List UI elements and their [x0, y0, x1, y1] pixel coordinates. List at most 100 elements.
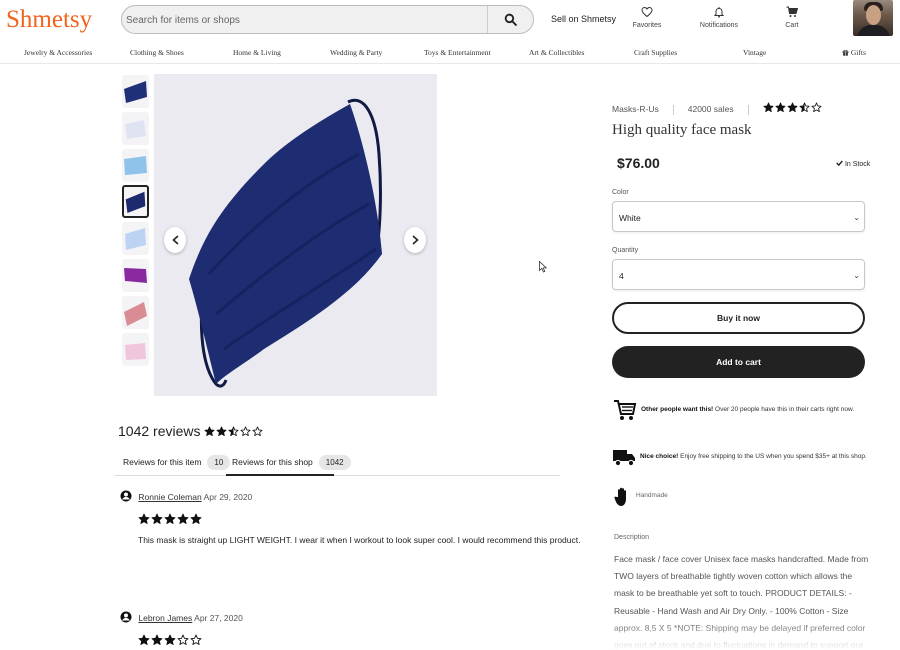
- search-icon: [504, 13, 517, 26]
- perk-shipping: Nice choice! Enjoy free shipping to the …: [640, 453, 867, 460]
- review-date: Apr 27, 2020: [194, 613, 243, 623]
- favorites-button[interactable]: Favorites: [612, 6, 682, 29]
- shop-info: Masks-R-Us 42000 sales: [612, 102, 823, 115]
- thumbnail[interactable]: [122, 296, 149, 329]
- perk-handmade: Handmade: [636, 492, 668, 499]
- tab-reviews-item[interactable]: Reviews for this item 10: [123, 455, 231, 470]
- category-toys[interactable]: Toys & Entertainment: [424, 48, 491, 57]
- category-gifts[interactable]: Gifts: [842, 48, 866, 57]
- chevron-down-icon: ⌄: [853, 271, 860, 280]
- tab-label: Reviews for this shop: [232, 457, 313, 467]
- thumbnail[interactable]: [122, 149, 149, 182]
- star-full-icon: [775, 102, 786, 113]
- review-header: Lebron James Apr 27, 2020: [120, 611, 243, 623]
- star-full-icon: [177, 513, 189, 524]
- tab-reviews-shop[interactable]: Reviews for this shop 1042: [232, 455, 351, 470]
- star-half-icon: [228, 426, 239, 437]
- review-header: Ronnie Coleman Apr 29, 2020: [120, 490, 252, 502]
- search-button[interactable]: [487, 6, 533, 33]
- perk-popular-text: Over 20 people have this in their carts …: [713, 406, 855, 413]
- product-title: High quality face mask: [612, 122, 752, 138]
- add-to-cart-button[interactable]: Add to cart: [612, 346, 865, 378]
- product-image: [154, 74, 437, 396]
- checkmark-icon: [836, 160, 843, 167]
- category-clothing[interactable]: Clothing & Shoes: [130, 48, 184, 57]
- review-count: 1042 reviews: [118, 423, 201, 439]
- mask-swatch: [124, 302, 147, 326]
- chevron-down-icon: ⌄: [853, 213, 860, 222]
- star-half-icon: [799, 102, 810, 113]
- mask-swatch: [125, 120, 146, 139]
- star-empty-icon: [252, 426, 263, 437]
- notifications-label: Notifications: [699, 22, 739, 29]
- star-full-icon: [763, 102, 774, 113]
- tab-label: Reviews for this item: [123, 457, 202, 467]
- category-wedding[interactable]: Wedding & Party: [330, 48, 382, 57]
- star-empty-icon: [190, 634, 202, 645]
- gifts-label: Gifts: [850, 48, 866, 57]
- next-image-button[interactable]: [404, 227, 426, 253]
- category-craft[interactable]: Craft Supplies: [634, 48, 677, 57]
- star-empty-icon: [811, 102, 822, 113]
- thumbnail[interactable]: [122, 112, 149, 145]
- star-full-icon: [164, 513, 176, 524]
- prev-image-button[interactable]: [164, 227, 186, 253]
- truck-icon: [613, 450, 635, 467]
- cart-label: Cart: [785, 22, 799, 29]
- sales-count: 42000 sales: [687, 104, 734, 114]
- thumbnail[interactable]: [122, 259, 149, 292]
- mask-swatch: [124, 81, 147, 103]
- mask-swatch: [125, 228, 146, 250]
- hand-icon: [614, 487, 626, 506]
- cart-icon: [786, 6, 798, 17]
- heart-icon: [641, 6, 653, 18]
- star-full-icon: [164, 634, 176, 645]
- reviewer-name[interactable]: Ronnie Coleman: [138, 492, 201, 502]
- star-full-icon: [787, 102, 798, 113]
- review-date: Apr 29, 2020: [203, 492, 253, 502]
- favorites-label: Favorites: [632, 22, 662, 29]
- mask-swatch: [125, 191, 146, 213]
- star-full-icon: [216, 426, 227, 437]
- color-value: White: [619, 213, 641, 223]
- chevron-right-icon: [411, 235, 419, 245]
- category-home[interactable]: Home & Living: [233, 48, 281, 57]
- avatar[interactable]: [853, 0, 893, 36]
- mask-swatch: [125, 343, 146, 360]
- category-art[interactable]: Art & Collectibles: [529, 48, 584, 57]
- reviewer-name[interactable]: Lebron James: [138, 613, 192, 623]
- perk-popular: Other people want this! Over 20 people h…: [641, 406, 854, 413]
- description-fade: [600, 620, 900, 650]
- thumbnail[interactable]: [122, 75, 149, 108]
- user-icon: [120, 611, 132, 623]
- user-icon: [120, 490, 132, 502]
- color-label: Color: [612, 189, 629, 196]
- star-empty-icon: [240, 426, 251, 437]
- cart-button[interactable]: Cart: [757, 6, 827, 29]
- review-stars: [138, 511, 203, 529]
- review-stars: [138, 632, 203, 650]
- description-label: Description: [614, 534, 650, 541]
- category-jewelry[interactable]: Jewelry & Accessories: [24, 48, 92, 57]
- perk-shipping-text: Enjoy free shipping to the US when you s…: [678, 453, 867, 460]
- quantity-value: 4: [619, 271, 624, 281]
- thumbnail[interactable]: [122, 333, 149, 366]
- search-input[interactable]: [126, 10, 486, 30]
- star-full-icon: [151, 513, 163, 524]
- thumbnail[interactable]: [122, 222, 149, 255]
- shop-name[interactable]: Masks-R-Us: [612, 104, 659, 114]
- mask-swatch: [124, 156, 147, 175]
- category-vintage[interactable]: Vintage: [743, 48, 766, 57]
- product-price: $76.00: [617, 155, 660, 171]
- sell-link[interactable]: Sell on Shmetsy: [551, 14, 616, 24]
- thumbnail-selected[interactable]: [122, 185, 149, 218]
- star-empty-icon: [177, 634, 189, 645]
- notifications-button[interactable]: Notifications: [684, 6, 754, 29]
- gift-icon: [842, 49, 849, 56]
- color-select[interactable]: White ⌄: [612, 201, 865, 232]
- buy-now-button[interactable]: Buy it now: [612, 302, 865, 334]
- logo[interactable]: Shmetsy: [6, 6, 92, 34]
- tab-active-indicator: [226, 474, 334, 476]
- mask-swatch: [124, 268, 147, 283]
- quantity-select[interactable]: 4 ⌄: [612, 259, 865, 290]
